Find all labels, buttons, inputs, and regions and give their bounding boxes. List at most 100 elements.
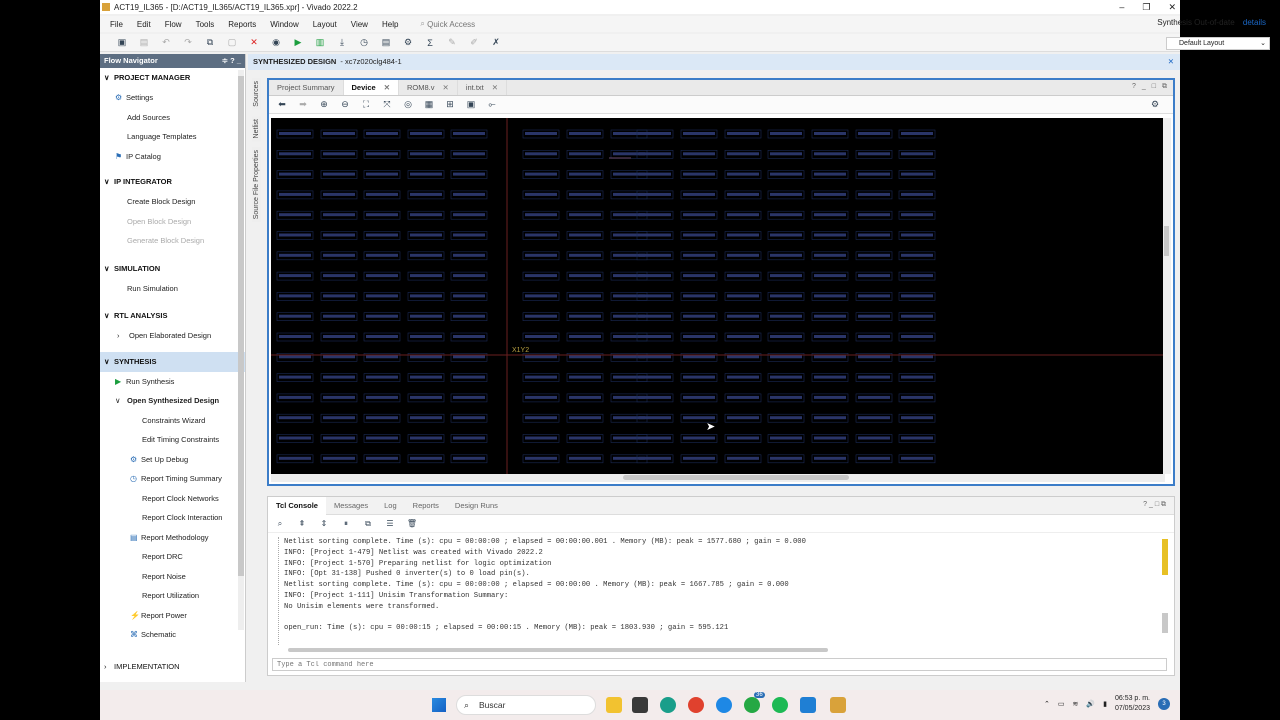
- redo-icon[interactable]: ↷: [180, 36, 196, 50]
- menu-reports[interactable]: Reports: [228, 20, 256, 29]
- chrome-icon[interactable]: [688, 697, 704, 713]
- nav-run-simulation[interactable]: Run Simulation: [100, 279, 245, 299]
- close-button[interactable]: ✕: [1168, 0, 1176, 14]
- tab-log[interactable]: Log: [376, 497, 405, 515]
- tab-device[interactable]: Device ✕: [343, 80, 399, 95]
- volume-icon[interactable]: 🔊: [1086, 700, 1095, 708]
- nav-language-templates[interactable]: Language Templates: [100, 127, 245, 147]
- nav-open-elaborated-design[interactable]: › Open Elaborated Design: [100, 326, 245, 346]
- nav-report-drc[interactable]: Report DRC: [100, 547, 245, 567]
- nav-ip-catalog[interactable]: ⚑ IP Catalog: [100, 147, 245, 167]
- help-icon[interactable]: ?: [1132, 83, 1136, 91]
- menu-layout[interactable]: Layout: [313, 20, 337, 29]
- paste-icon[interactable]: ▢: [224, 36, 240, 50]
- collapse-icon[interactable]: ⇞: [296, 519, 308, 528]
- section-implementation[interactable]: › IMPLEMENTATION: [100, 657, 245, 677]
- nav-report-power[interactable]: ⚡ Report Power: [100, 606, 245, 626]
- side-tab-sources[interactable]: Sources: [252, 78, 261, 110]
- notification-badge[interactable]: 3: [1158, 698, 1170, 710]
- nav-add-sources[interactable]: Add Sources: [100, 108, 245, 128]
- nav-constraints-wizard[interactable]: Constraints Wizard: [100, 411, 245, 431]
- nav-report-utilization[interactable]: Report Utilization: [100, 586, 245, 606]
- section-simulation[interactable]: ∨ SIMULATION: [100, 259, 245, 279]
- menu-file[interactable]: File: [110, 20, 123, 29]
- save-icon[interactable]: ▤: [136, 36, 152, 50]
- nav-set-up-debug[interactable]: ⚙ Set Up Debug: [100, 450, 245, 470]
- menu-window[interactable]: Window: [270, 20, 298, 29]
- zoom-area-icon[interactable]: ⤧: [380, 98, 394, 112]
- console-vertical-scrollbar[interactable]: [1162, 537, 1170, 637]
- tab-reports[interactable]: Reports: [405, 497, 447, 515]
- copy-icon[interactable]: ⧉: [202, 36, 218, 50]
- unhighlight-icon[interactable]: ✗: [488, 36, 504, 50]
- tab-design-runs[interactable]: Design Runs: [447, 497, 506, 515]
- details-link[interactable]: details: [1243, 18, 1266, 27]
- tab-tcl-console[interactable]: Tcl Console: [268, 496, 326, 515]
- store-icon[interactable]: [632, 697, 648, 713]
- clock[interactable]: 06:53 p. m. 07/05/2023: [1115, 694, 1150, 714]
- taskbar-search[interactable]: ⌕ Buscar: [456, 695, 596, 715]
- menu-edit[interactable]: Edit: [137, 20, 151, 29]
- auto-connect-icon[interactable]: ◉: [268, 36, 284, 50]
- delete-icon[interactable]: ✕: [246, 36, 262, 50]
- routing-icon[interactable]: ⊞: [443, 98, 457, 112]
- connect-icon[interactable]: ⟜: [485, 98, 499, 112]
- menu-tools[interactable]: Tools: [196, 20, 215, 29]
- nav-open-synthesized-design[interactable]: ∨ Open Synthesized Design: [100, 391, 245, 411]
- side-tab-source-file-properties[interactable]: Source File Properties: [252, 147, 261, 223]
- device-horizontal-scrollbar[interactable]: [271, 474, 1165, 482]
- tcl-command-input[interactable]: [272, 658, 1167, 671]
- whatsapp-icon[interactable]: [744, 697, 760, 713]
- tab-rom8[interactable]: ROM8.v ✕: [399, 80, 458, 95]
- layout-select[interactable]: Default Layout ⌄: [1166, 37, 1270, 50]
- minimize-icon[interactable]: _: [1142, 83, 1146, 91]
- close-icon[interactable]: ✕: [443, 80, 449, 95]
- battery-icon[interactable]: ▮: [1103, 700, 1107, 708]
- sum-icon[interactable]: Σ: [422, 36, 438, 50]
- windows-start-icon[interactable]: [432, 698, 446, 712]
- restore-button[interactable]: ❐: [1142, 0, 1150, 14]
- run-icon[interactable]: ▶: [290, 36, 306, 50]
- undo-icon[interactable]: ↶: [158, 36, 174, 50]
- nav-report-clock-interaction[interactable]: Report Clock Interaction: [100, 508, 245, 528]
- close-icon[interactable]: ✕: [384, 80, 390, 95]
- quick-access-input[interactable]: [427, 19, 508, 29]
- auto-fit-icon[interactable]: ◎: [401, 98, 415, 112]
- section-rtl-analysis[interactable]: ∨ RTL ANALYSIS: [100, 306, 245, 326]
- file-explorer-icon[interactable]: [606, 697, 622, 713]
- chevron-up-icon[interactable]: ⌃: [1044, 700, 1050, 708]
- program-icon[interactable]: ▥: [312, 36, 328, 50]
- section-synthesis[interactable]: ∨ SYNTHESIS: [100, 351, 245, 372]
- spotify-icon[interactable]: [772, 697, 788, 713]
- tab-int-txt[interactable]: int.txt ✕: [458, 80, 508, 95]
- panel-controls-icon[interactable]: ≑ ? _: [222, 54, 241, 68]
- select-icon[interactable]: ▣: [464, 98, 478, 112]
- zoom-fit-icon[interactable]: ⛶: [359, 98, 373, 112]
- timer-icon[interactable]: ◷: [356, 36, 372, 50]
- device-vertical-scrollbar[interactable]: [1163, 118, 1171, 474]
- minimize-button[interactable]: –: [1119, 0, 1124, 14]
- vscode-icon[interactable]: [800, 697, 816, 713]
- nav-report-noise[interactable]: Report Noise: [100, 567, 245, 587]
- tab-project-summary[interactable]: Project Summary: [269, 80, 344, 95]
- search-icon[interactable]: ⌕: [274, 519, 286, 529]
- new-project-icon[interactable]: ▣: [114, 36, 130, 50]
- copy-icon[interactable]: ⧉: [362, 519, 374, 529]
- pause-icon[interactable]: ⏸: [340, 519, 352, 529]
- keyboard-icon[interactable]: ▭: [1058, 700, 1065, 708]
- nav-report-timing-summary[interactable]: ◷ Report Timing Summary: [100, 469, 245, 489]
- zoom-out-icon[interactable]: ⊖: [338, 98, 352, 112]
- menu-help[interactable]: Help: [382, 20, 398, 29]
- device-view-canvas[interactable]: X1Y2 ➤: [271, 118, 1165, 474]
- float-icon[interactable]: ⧉: [1162, 83, 1167, 91]
- highlight-icon[interactable]: ✐: [466, 36, 482, 50]
- back-icon[interactable]: ⬅: [275, 98, 289, 112]
- edge-icon[interactable]: [660, 697, 676, 713]
- panel-controls-icon[interactable]: ? _ □ ⧉: [1143, 501, 1166, 509]
- section-project-manager[interactable]: ∨ PROJECT MANAGER: [100, 68, 245, 88]
- menu-flow[interactable]: Flow: [165, 20, 182, 29]
- trash-icon[interactable]: 🗑: [406, 519, 418, 528]
- zoom-in-icon[interactable]: ⊕: [317, 98, 331, 112]
- nav-create-block-design[interactable]: Create Block Design: [100, 192, 245, 212]
- clipboard-icon[interactable]: ▤: [378, 36, 394, 50]
